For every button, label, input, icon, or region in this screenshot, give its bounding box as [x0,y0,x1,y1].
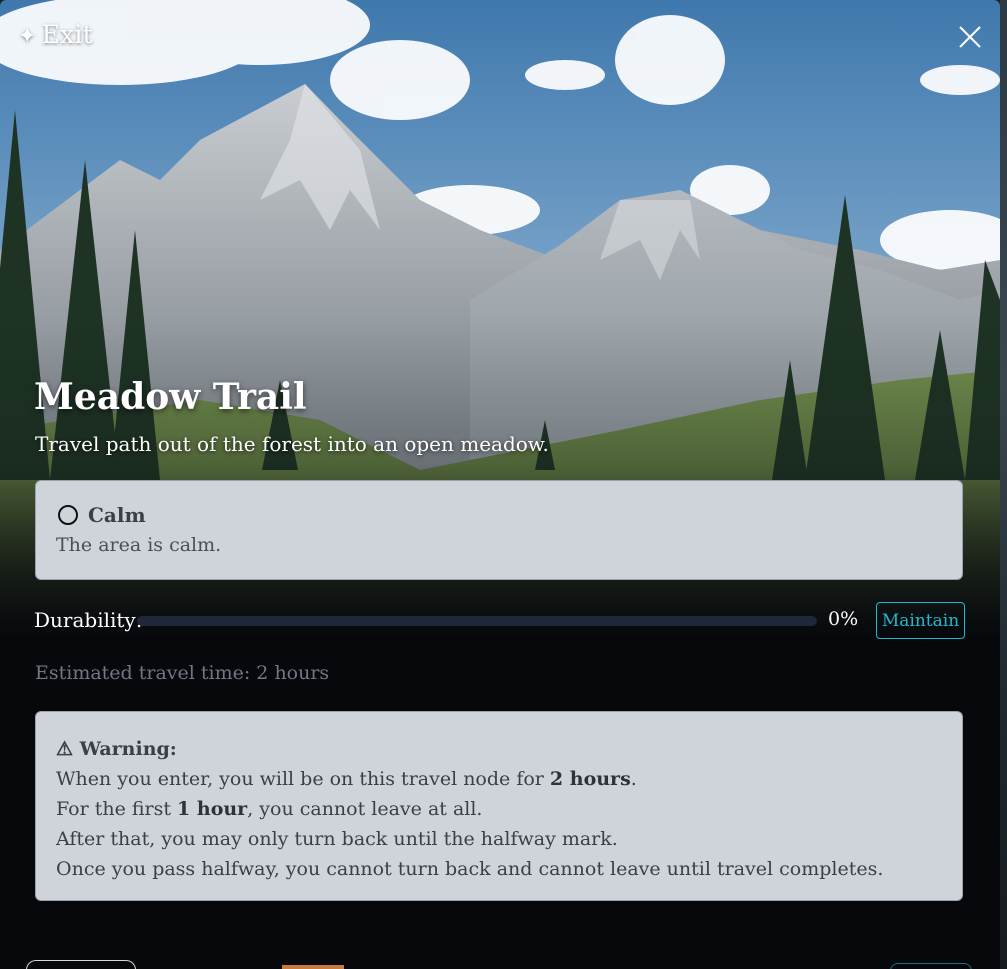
warning-line-4: Once you pass halfway, you cannot turn b… [56,858,884,880]
status-label: Calm [88,503,146,527]
empty-circle-icon [58,505,78,525]
estimated-travel-time: Estimated travel time: 2 hours [35,662,330,684]
warning-line-2: For the first 1 hour, you cannot leave a… [56,794,942,824]
warning-line-2-bold: 1 hour [177,798,248,820]
location-description: Travel path out of the forest into an op… [35,432,549,456]
location-title: Meadow Trail [34,376,307,418]
durability-bar [137,616,817,626]
warning-line-1: When you enter, you will be on this trav… [56,764,942,794]
travel-modal: ✦ Exit Meadow Trail Travel path out of th… [0,0,1000,969]
exit-label: Exit [41,20,93,49]
footer-button-left[interactable] [26,960,136,969]
close-button[interactable] [955,22,985,52]
warning-line-1-text: When you enter, you will be on this trav… [56,768,550,790]
warning-line-2-text: For the first [56,798,178,820]
footer-button-right[interactable] [890,963,972,969]
warning-line-1-bold: 2 hours [549,768,631,790]
warning-line-2-end: , you cannot leave at all. [247,798,483,820]
status-description: The area is calm. [56,534,222,556]
durability-percent: 0% [828,608,859,630]
sparkle-icon: ✦ [18,24,37,49]
exit-button[interactable]: ✦ Exit [18,20,93,49]
footer-accent [282,965,344,969]
close-x-icon [959,26,981,48]
durability-label: Durability: [34,608,143,632]
status-header: Calm [58,503,146,527]
maintain-button[interactable]: Maintain [876,602,965,639]
background-page-edge [1000,0,1007,969]
warning-line-1-end: . [630,768,637,790]
warning-triangle-icon: ⚠ [56,738,74,760]
warning-line-3: After that, you may only turn back until… [56,828,618,850]
status-panel: Calm The area is calm. [35,480,963,580]
warning-heading: ⚠ Warning: [56,734,942,764]
warning-title: Warning: [79,738,177,760]
warning-panel: ⚠ Warning: When you enter, you will be o… [35,711,963,901]
